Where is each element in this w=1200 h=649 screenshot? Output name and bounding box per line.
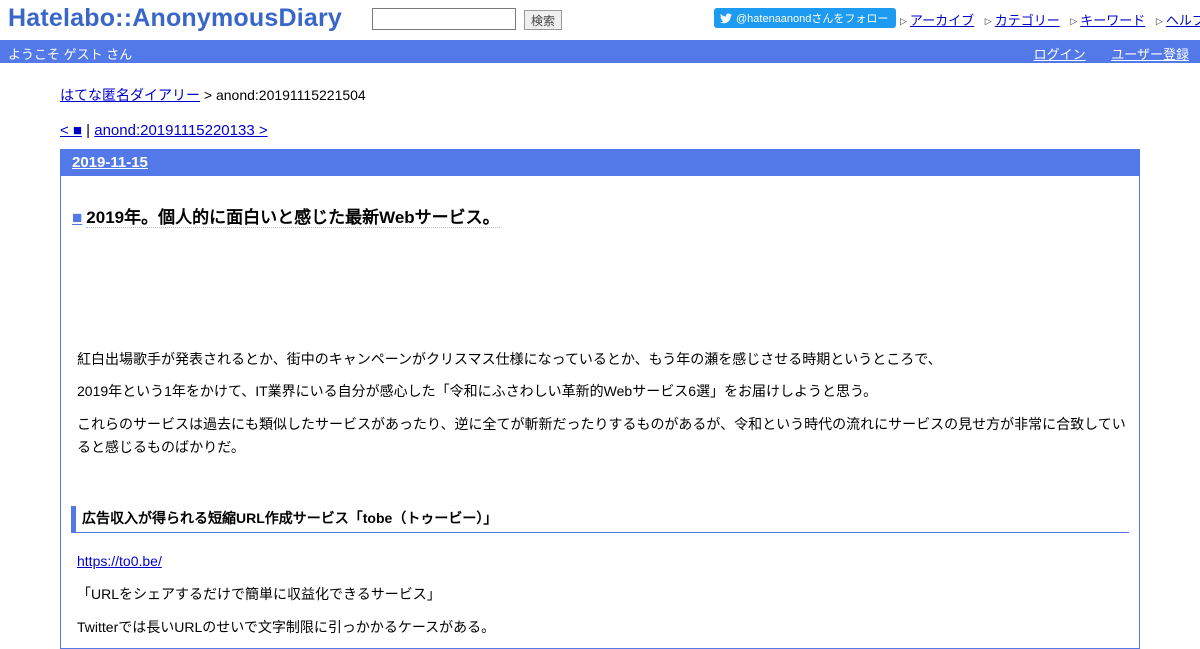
search-input[interactable] <box>372 8 516 30</box>
entry-paragraph: 2019年という1年をかけて、IT業界にいる自分が感心した「令和にふさわしい革新… <box>77 383 878 399</box>
header-nav: ▷ アーカイブ ▷ カテゴリー ▷ キーワード ▷ ヘルプ <box>900 10 1200 29</box>
day-date-link[interactable]: 2019-11-15 <box>72 154 148 171</box>
chevron-right-icon: ▷ <box>984 16 992 26</box>
breadcrumb-home-link[interactable]: はてな匿名ダイアリー <box>60 87 200 103</box>
chevron-right-icon: ▷ <box>900 16 907 26</box>
nav-item-help[interactable]: ▷ ヘルプ <box>1156 10 1200 29</box>
breadcrumb-separator: > <box>200 87 216 103</box>
twitter-bird-icon <box>720 13 732 23</box>
entry-paragraph: 紅白出場歌手が発表されるとか、街中のキャンペーンがクリスマス仕様になっているとか… <box>77 351 942 367</box>
header: Hatelabo::AnonymousDiary 検索 @hatenaanond… <box>0 0 1200 40</box>
twitter-follow-label: @hatenaanondさんをフォロー <box>736 13 889 25</box>
login-link[interactable]: ログイン <box>1034 47 1086 62</box>
register-link[interactable]: ユーザー登録 <box>1111 47 1189 62</box>
service-link[interactable]: https://to0.be/ <box>77 553 162 569</box>
entry-permalink[interactable]: ■ <box>72 208 82 227</box>
account-links: ログイン ユーザー登録 <box>1012 44 1189 63</box>
welcome-greeting: ようこそ ゲスト さん <box>8 47 133 62</box>
entry-title: ■ 2019年。個人的に面白いと感じた最新Webサービス。 <box>72 203 500 228</box>
nav-link-category[interactable]: カテゴリー <box>995 13 1060 28</box>
breadcrumb: はてな匿名ダイアリー > anond:20191115221504 <box>60 85 366 105</box>
entry-paragraph: https://to0.be/ <box>77 550 1129 573</box>
search-button[interactable]: 検索 <box>524 10 562 30</box>
nav-link-archive[interactable]: アーカイブ <box>910 13 974 28</box>
nav-item-category[interactable]: ▷ カテゴリー <box>985 10 1060 29</box>
nav-item-archive[interactable]: ▷ アーカイブ <box>900 10 974 29</box>
chevron-right-icon: ▷ <box>1070 16 1078 26</box>
pager-separator: | <box>82 122 95 139</box>
nav-link-keyword[interactable]: キーワード <box>1080 13 1145 28</box>
twitter-follow-button[interactable]: @hatenaanondさんをフォロー <box>714 8 896 28</box>
entry-quote: 「URLをシェアするだけで簡単に収益化できるサービス」 <box>77 586 441 602</box>
chevron-right-icon: ▷ <box>1155 16 1163 26</box>
day-header: 2019-11-15 <box>61 150 1139 176</box>
welcome-bar: ようこそ ゲスト さん ログイン ユーザー登録 <box>0 40 1200 63</box>
entry-pager: < ■ | anond:20191115220133 > <box>60 122 268 139</box>
section-heading: 広告収入が得られる短縮URL作成サービス「tobe（トゥービー）」 <box>71 506 1129 533</box>
breadcrumb-current: anond:20191115221504 <box>215 87 366 103</box>
day-section: 2019-11-15 ■ 2019年。個人的に面白いと感じた最新Webサービス。 … <box>60 149 1140 649</box>
entry-title-text: 2019年。個人的に面白いと感じた最新Webサービス。 <box>86 208 500 228</box>
site-logo[interactable]: Hatelabo::AnonymousDiary <box>8 4 342 33</box>
entry-paragraph: Twitterでは長いURLのせいで文字制限に引っかかるケースがある。 <box>77 619 496 635</box>
prev-entry-link[interactable]: < ■ <box>60 122 82 139</box>
nav-link-help[interactable]: ヘルプ <box>1166 13 1200 28</box>
nav-item-keyword[interactable]: ▷ キーワード <box>1070 10 1145 29</box>
next-entry-link[interactable]: anond:20191115220133 > <box>94 122 267 139</box>
entry-paragraph: これらのサービスは過去にも類似したサービスがあったり、逆に全てが斬新だったりする… <box>77 416 1126 455</box>
